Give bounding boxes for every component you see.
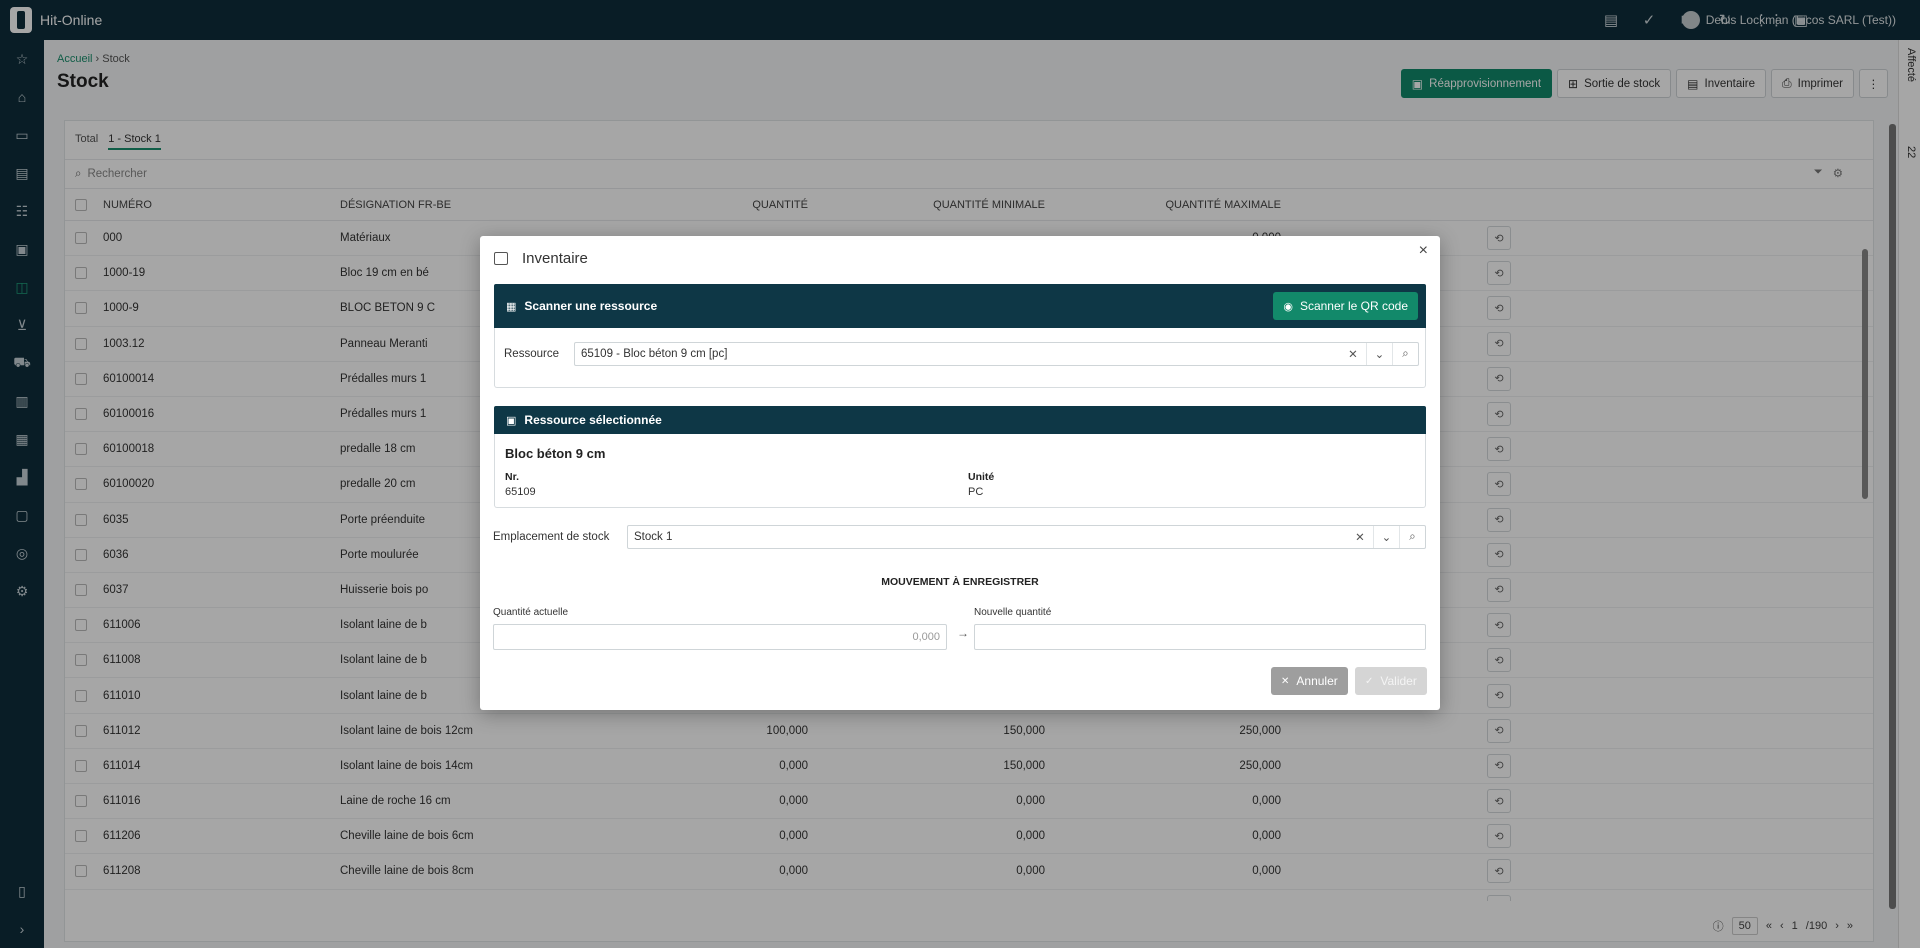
inventaire-dialog: Inventaire × ▦ Scanner une ressource ◉ S… bbox=[480, 236, 1440, 710]
dialog-title: Inventaire bbox=[522, 250, 588, 267]
clear-icon[interactable]: ✕ bbox=[1340, 343, 1366, 365]
scan-section-body: Ressource 65109 - Bloc béton 9 cm [pc] ✕… bbox=[494, 328, 1426, 388]
close-icon: ✕ bbox=[1281, 675, 1290, 687]
current-qty-field: 0,000 bbox=[493, 624, 947, 650]
camera-icon: ◉ bbox=[1283, 300, 1293, 313]
check-icon: ✓ bbox=[1365, 675, 1374, 687]
scan-qr-button[interactable]: ◉ Scanner le QR code bbox=[1273, 292, 1418, 320]
new-qty-field[interactable] bbox=[974, 624, 1426, 650]
close-icon[interactable]: × bbox=[1419, 242, 1428, 260]
scan-section-header: ▦ Scanner une ressource ◉ Scanner le QR … bbox=[494, 284, 1426, 328]
nr-value: 65109 bbox=[505, 486, 536, 498]
location-combobox[interactable]: Stock 1 ✕ ⌄ ⌕ bbox=[627, 525, 1426, 549]
unit-label: Unité bbox=[968, 471, 995, 483]
search-icon[interactable]: ⌕ bbox=[1392, 343, 1418, 365]
cancel-button[interactable]: ✕ Annuler bbox=[1271, 667, 1348, 695]
resource-combobox[interactable]: 65109 - Bloc béton 9 cm [pc] ✕ ⌄ ⌕ bbox=[574, 342, 1419, 366]
movement-title: MOUVEMENT À ENREGISTRER bbox=[881, 576, 1039, 588]
location-value: Stock 1 bbox=[634, 531, 673, 543]
box-icon: ▣ bbox=[506, 414, 517, 427]
resource-name: Bloc béton 9 cm bbox=[505, 446, 606, 461]
archive-icon bbox=[494, 252, 508, 265]
current-qty-label: Quantité actuelle bbox=[493, 607, 569, 618]
selected-section-body: Bloc béton 9 cm Nr. 65109 Unité PC bbox=[494, 434, 1426, 508]
qr-icon: ▦ bbox=[506, 300, 517, 313]
resource-value: 65109 - Bloc béton 9 cm [pc] bbox=[581, 348, 728, 360]
location-label: Emplacement de stock bbox=[493, 531, 610, 543]
clear-icon[interactable]: ✕ bbox=[1347, 526, 1373, 548]
selected-section-header: ▣ Ressource sélectionnée bbox=[494, 406, 1426, 434]
unit-value: PC bbox=[968, 486, 984, 498]
chevron-down-icon[interactable]: ⌄ bbox=[1373, 526, 1399, 548]
chevron-down-icon[interactable]: ⌄ bbox=[1366, 343, 1392, 365]
new-qty-label: Nouvelle quantité bbox=[974, 607, 1052, 618]
search-icon[interactable]: ⌕ bbox=[1399, 526, 1425, 548]
dialog-header: Inventaire bbox=[494, 250, 588, 267]
nr-label: Nr. bbox=[505, 471, 520, 483]
validate-button[interactable]: ✓ Valider bbox=[1355, 667, 1427, 695]
arrow-right-icon: → bbox=[957, 626, 969, 640]
resource-label: Ressource bbox=[504, 348, 559, 360]
